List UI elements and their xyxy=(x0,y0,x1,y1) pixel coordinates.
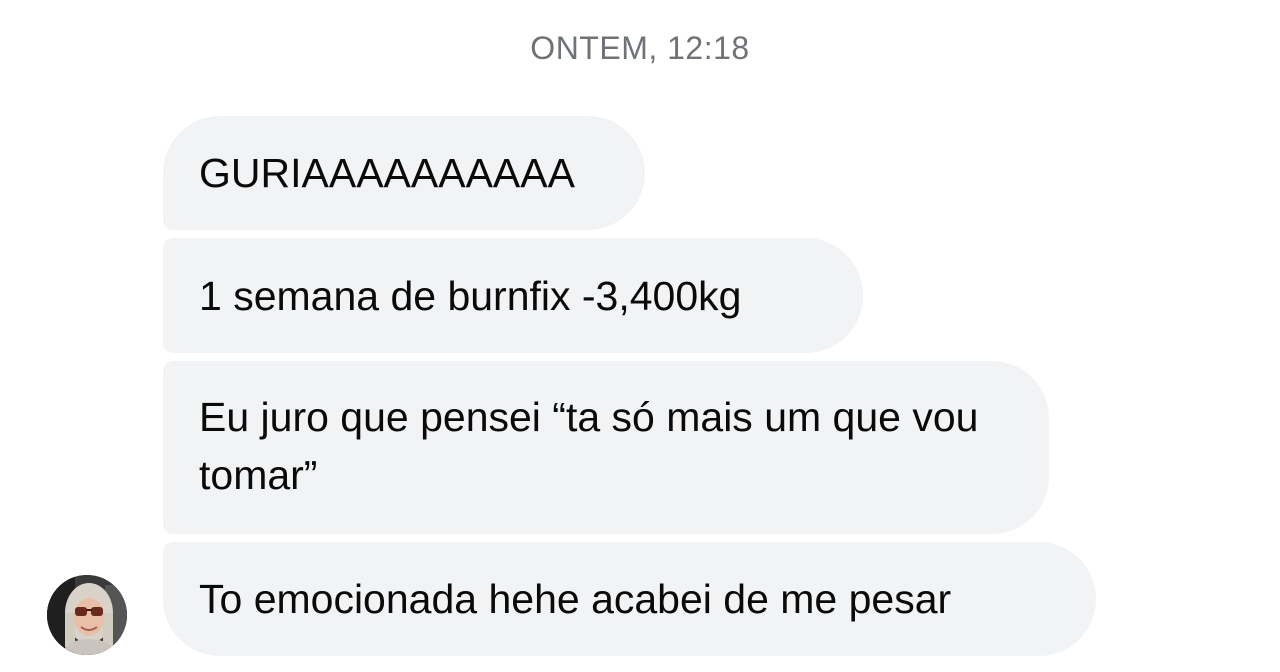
message-text: Eu juro que pensei “ta só mais um que vo… xyxy=(199,394,979,498)
avatar-photo-icon xyxy=(47,575,127,655)
message-text: To emocionada hehe acabei de me pesar xyxy=(199,576,952,622)
sender-avatar[interactable] xyxy=(47,575,127,655)
message-text: 1 semana de burnfix -3,400kg xyxy=(199,273,742,319)
message-text: GURIAAAAAAAAAA xyxy=(199,150,575,196)
message-bubble[interactable]: GURIAAAAAAAAAA xyxy=(163,116,645,230)
message-bubble[interactable]: Eu juro que pensei “ta só mais um que vo… xyxy=(163,361,1049,534)
message-bubble[interactable]: 1 semana de burnfix -3,400kg xyxy=(163,238,863,353)
conversation-timestamp: ONTEM, 12:18 xyxy=(530,30,750,66)
message-bubble[interactable]: To emocionada hehe acabei de me pesar xyxy=(163,542,1096,656)
